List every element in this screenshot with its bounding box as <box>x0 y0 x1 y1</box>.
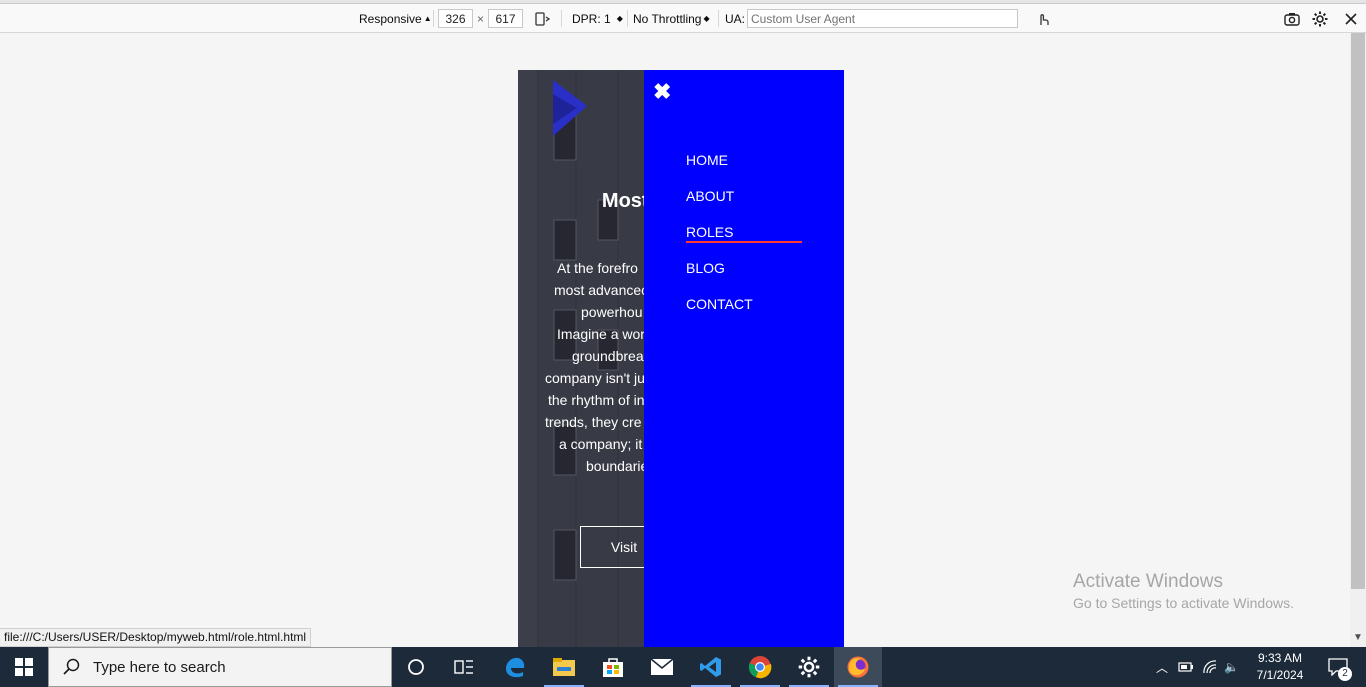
link-status-url: file:///C:/Users/USER/Desktop/myweb.html… <box>0 628 312 647</box>
nav-list: HOME ABOUT ROLES BLOG CONTACT <box>686 152 802 332</box>
taskbar-search-box[interactable]: Type here to search <box>48 647 392 687</box>
search-icon <box>63 658 80 675</box>
dpr-label: DPR: 1 <box>572 11 611 26</box>
separator <box>627 10 628 27</box>
firefox-icon[interactable] <box>834 647 882 687</box>
separator <box>718 10 719 27</box>
chrome-icon[interactable] <box>736 647 784 687</box>
close-menu-icon[interactable]: ✖ <box>653 81 673 103</box>
nav-item-label: ROLES <box>686 224 802 243</box>
clock-time: 9:33 AM <box>1257 651 1303 665</box>
viewport-width-input[interactable]: 326 <box>438 9 473 28</box>
task-view-icon[interactable] <box>440 647 488 687</box>
chevron-updown-icon: ▲ <box>423 14 432 23</box>
start-button[interactable] <box>0 647 48 687</box>
device-selector[interactable]: Responsive ▲ <box>359 4 432 33</box>
store-icon[interactable] <box>589 647 637 687</box>
device-selector-label: Responsive <box>359 11 422 26</box>
mail-icon[interactable] <box>638 647 686 687</box>
nav-item-roles[interactable]: ROLES <box>686 224 802 260</box>
screenshot-camera-icon[interactable] <box>1284 11 1300 27</box>
chevron-updown-icon: ◆ <box>703 14 710 23</box>
nav-item-label: CONTACT <box>686 296 753 312</box>
battery-icon[interactable] <box>1178 660 1194 674</box>
dimension-times: × <box>477 11 485 26</box>
clock-date: 7/1/2024 <box>1256 668 1304 682</box>
dynamics-logo-icon <box>553 80 587 136</box>
throttling-selector[interactable]: No Throttling ◆ <box>633 4 710 33</box>
nav-item-contact[interactable]: CONTACT <box>686 296 802 332</box>
action-center-icon[interactable]: 2 <box>1318 647 1358 687</box>
cortana-icon[interactable] <box>392 647 440 687</box>
notification-count-badge: 2 <box>1338 667 1352 681</box>
dpr-selector[interactable]: DPR: 1 ◆ <box>572 4 623 33</box>
windows-taskbar: Type here to search ︿ 🔈 9:33 AM 7/1/2024… <box>0 647 1366 687</box>
file-explorer-icon[interactable] <box>540 647 588 687</box>
nav-item-label: HOME <box>686 152 728 168</box>
separator <box>561 10 562 27</box>
settings-gear-icon[interactable] <box>1312 11 1328 27</box>
taskbar-clock[interactable]: 9:33 AM 7/1/2024 <box>1246 650 1314 684</box>
throttling-label: No Throttling <box>633 11 702 26</box>
windows-logo-icon <box>15 658 33 676</box>
nav-item-home[interactable]: HOME <box>686 152 802 188</box>
rotate-device-icon[interactable] <box>534 11 550 27</box>
touch-simulation-icon[interactable] <box>1035 11 1051 27</box>
viewport-height-input[interactable]: 617 <box>488 9 523 28</box>
scrollbar-thumb[interactable] <box>1351 33 1365 589</box>
activate-windows-title: Activate Windows <box>1073 571 1223 592</box>
scroll-down-arrow-icon[interactable]: ▼ <box>1350 630 1366 646</box>
system-tray: ︿ 🔈 <box>1156 647 1239 687</box>
nav-item-blog[interactable]: BLOG <box>686 260 802 296</box>
nav-item-about[interactable]: ABOUT <box>686 188 802 224</box>
search-placeholder: Type here to search <box>93 658 226 676</box>
close-responsive-mode-icon[interactable] <box>1343 11 1359 27</box>
chevron-updown-icon: ◆ <box>616 14 623 23</box>
ua-label: UA: <box>725 11 746 26</box>
user-agent-input[interactable]: Custom User Agent <box>747 9 1018 28</box>
side-navigation-menu: ✖ HOME ABOUT ROLES BLOG CONTACT <box>644 70 844 647</box>
show-hidden-icons-icon[interactable]: ︿ <box>1156 659 1168 676</box>
nav-item-label: BLOG <box>686 260 725 276</box>
activate-windows-subtitle: Go to Settings to activate Windows. <box>1073 595 1294 611</box>
visit-button-label: Visit <box>610 539 638 555</box>
separator <box>433 10 434 27</box>
network-icon[interactable] <box>1202 660 1218 674</box>
settings-icon[interactable] <box>785 647 833 687</box>
volume-icon[interactable]: 🔈 <box>1224 660 1239 674</box>
nav-item-label: ABOUT <box>686 188 735 204</box>
responsive-design-toolbar: Responsive ▲ 326 × 617 DPR: 1 ◆ No Throt… <box>0 4 1366 33</box>
edge-icon[interactable] <box>491 647 539 687</box>
vscode-icon[interactable] <box>687 647 735 687</box>
device-viewport: Most Advar C At the forefro most advance… <box>518 70 844 647</box>
